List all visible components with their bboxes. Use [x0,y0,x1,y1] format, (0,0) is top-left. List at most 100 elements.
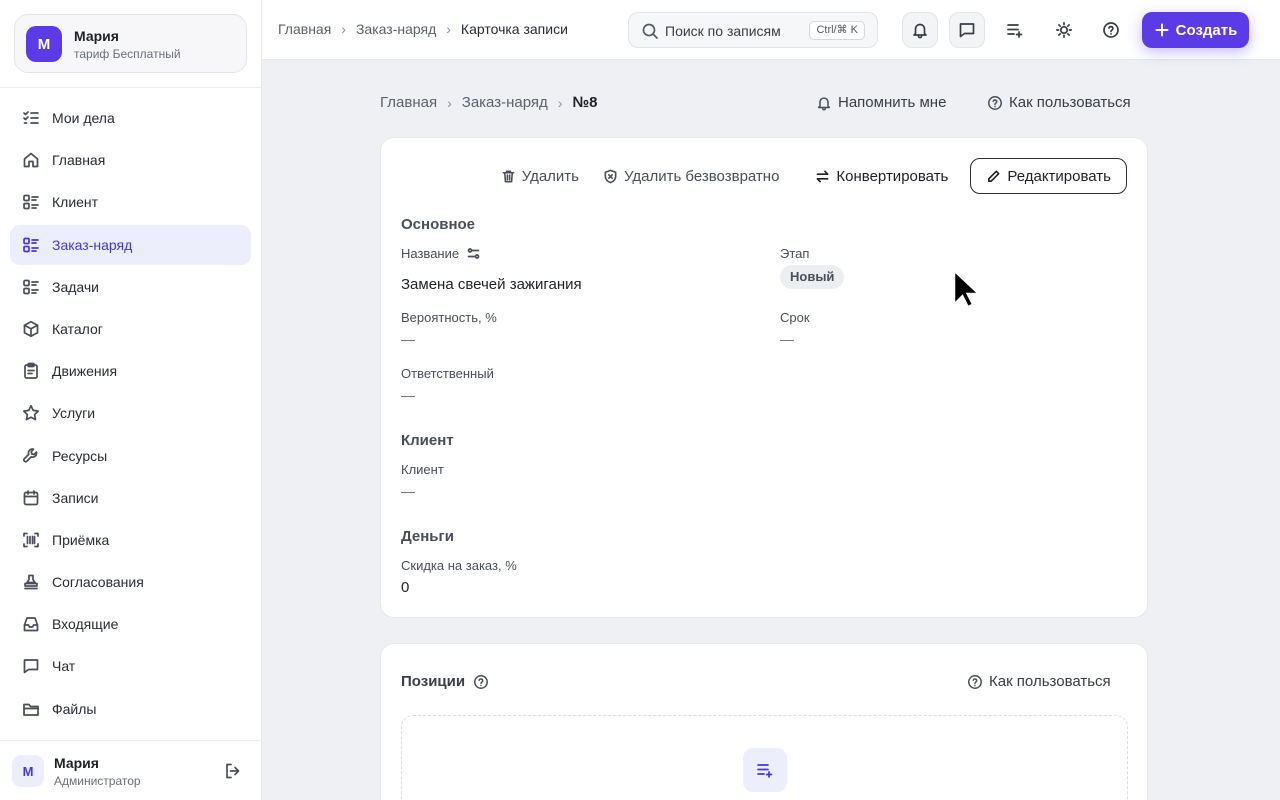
sun-icon [1055,21,1073,39]
help-circle-icon[interactable] [473,674,489,690]
calendar-icon [23,489,39,506]
account-name: Мария [74,28,119,44]
deadline-field-value: — [780,331,794,347]
field-settings-icon[interactable] [467,247,480,260]
convert-label: Конвертировать [836,167,949,185]
chevron-right-icon: › [557,94,563,111]
user-name: Мария [54,755,99,771]
sidebar-item-work-order[interactable]: Заказ-наряд [10,224,251,265]
search-placeholder: Поиск по записям [665,23,781,39]
notifications-button[interactable] [902,12,938,48]
convert-button[interactable]: Конвертировать [815,168,948,185]
star-icon [22,405,40,421]
sidebar-item-label: Задачи [52,278,100,295]
sidebar-item-home[interactable]: Главная [10,140,251,180]
sidebar-item-label: Файлы [52,700,97,717]
user-panel: М Мария Администратор [0,740,261,800]
sidebar-item-movements[interactable]: Движения [10,351,251,391]
logout-icon[interactable] [224,762,242,780]
help-circle-icon [1103,22,1119,38]
breadcrumb-item[interactable]: Заказ-наряд [356,21,436,37]
stamp-icon [24,574,38,590]
folder-icon [23,703,39,716]
sidebar-item-records[interactable]: Записи [10,478,251,518]
sidebar-item-label: Мои дела [52,110,115,126]
topbar: Главная › Заказ-наряд › Карточка записи … [262,0,1280,60]
sidebar-item-label: Каталог [52,320,103,337]
section-title-main: Основное [401,216,476,233]
sidebar-item-label: Главная [52,152,106,169]
account-avatar: М [26,26,62,62]
probability-field-label: Вероятность, % [401,310,497,325]
delete-label: Удалить [521,167,579,185]
list-plus-icon [1007,24,1023,38]
stage-field-label: Этап [780,246,810,261]
add-position-button[interactable] [743,748,787,792]
remind-me-label: Напомнить мне [838,94,947,111]
help-circle-icon [968,674,982,689]
sidebar-item-label: Услуги [52,405,96,422]
user-avatar[interactable]: М [12,755,44,787]
messages-button[interactable] [949,12,985,48]
name-field-value: Замена свечей зажигания [401,276,582,293]
plus-icon [1155,23,1169,37]
positions-title: Позиции [401,673,489,690]
record-card: Удалить Удалить безвозвратно Конвертиров… [380,137,1148,618]
sidebar-item-services[interactable]: Услуги [10,393,251,433]
responsible-field-value: — [401,387,415,403]
name-field-label: Название [401,246,480,261]
delete-button[interactable]: Удалить [501,168,579,185]
sidebar-item-label: Согласования [52,574,144,591]
create-button[interactable]: Создать [1142,12,1249,48]
sidebar-item-label: Клиент [52,194,99,211]
search-input[interactable]: Поиск по записям Ctrl/⌘ K [628,12,878,48]
page-header: Главная › Заказ-наряд › №8 Напомнить мне… [380,92,1148,114]
sidebar-item-inbox[interactable]: Входящие [10,604,251,644]
record-actions: Удалить Удалить безвозвратно Конвертиров… [477,158,1127,194]
breadcrumb-item[interactable]: Главная [278,21,331,37]
breadcrumb-item[interactable]: Заказ-наряд [462,94,548,111]
delete-forever-button[interactable]: Удалить безвозвратно [603,168,779,185]
remind-me-button[interactable]: Напомнить мне [816,94,946,111]
pencil-icon [988,170,1000,182]
list-check-icon [23,111,39,124]
sidebar-item-label: Чат [52,658,76,675]
positions-empty-state [401,715,1128,800]
list-grid-icon [23,195,39,210]
sidebar-item-label: Приёмка [52,531,110,548]
probability-field-value: — [401,331,415,347]
breadcrumb-current: №8 [572,94,598,111]
name-label-text: Название [401,246,460,261]
client-field-value: — [401,483,415,499]
topbar-breadcrumb: Главная › Заказ-наряд › Карточка записи [278,21,568,37]
edit-button[interactable]: Редактировать [970,158,1127,194]
sidebar-item-receiving[interactable]: Приёмка [10,520,251,560]
add-list-button[interactable] [997,12,1033,48]
inbox-icon [23,617,39,632]
sidebar-item-label: Ресурсы [52,447,108,464]
sidebar-item-label: Заказ-наряд [52,236,133,253]
search-icon [642,23,658,39]
sidebar-item-catalog[interactable]: Каталог [10,309,251,349]
theme-toggle[interactable] [1046,12,1082,48]
sidebar-item-files[interactable]: Файлы [10,689,251,729]
sidebar-item-approvals[interactable]: Согласования [10,562,251,602]
how-to-use-label: Как пользоваться [989,673,1111,690]
breadcrumb-item[interactable]: Главная [380,94,437,111]
clipboard-icon [24,362,38,379]
sidebar-item-tasks[interactable]: Задачи [10,267,251,307]
bell-icon [913,23,927,39]
account-switcher[interactable]: М Мария тариф Бесплатный [14,14,247,73]
sidebar-item-label: Входящие [52,616,119,633]
positions-how-to-use-link[interactable]: Как пользоваться [967,673,1111,690]
sidebar-item-chat[interactable]: Чат [10,646,251,686]
list-plus-icon [757,764,773,778]
sidebar-item-my-tasks[interactable]: Мои дела [10,98,251,138]
mouse-cursor-icon [953,270,979,308]
help-button[interactable] [1093,12,1129,48]
sidebar-item-client[interactable]: Клиент [10,182,251,222]
how-to-use-link[interactable]: Как пользоваться [987,94,1131,111]
sidebar-item-resources[interactable]: Ресурсы [10,436,251,476]
home-icon [23,152,39,168]
discount-field-label: Скидка на заказ, % [401,558,517,573]
